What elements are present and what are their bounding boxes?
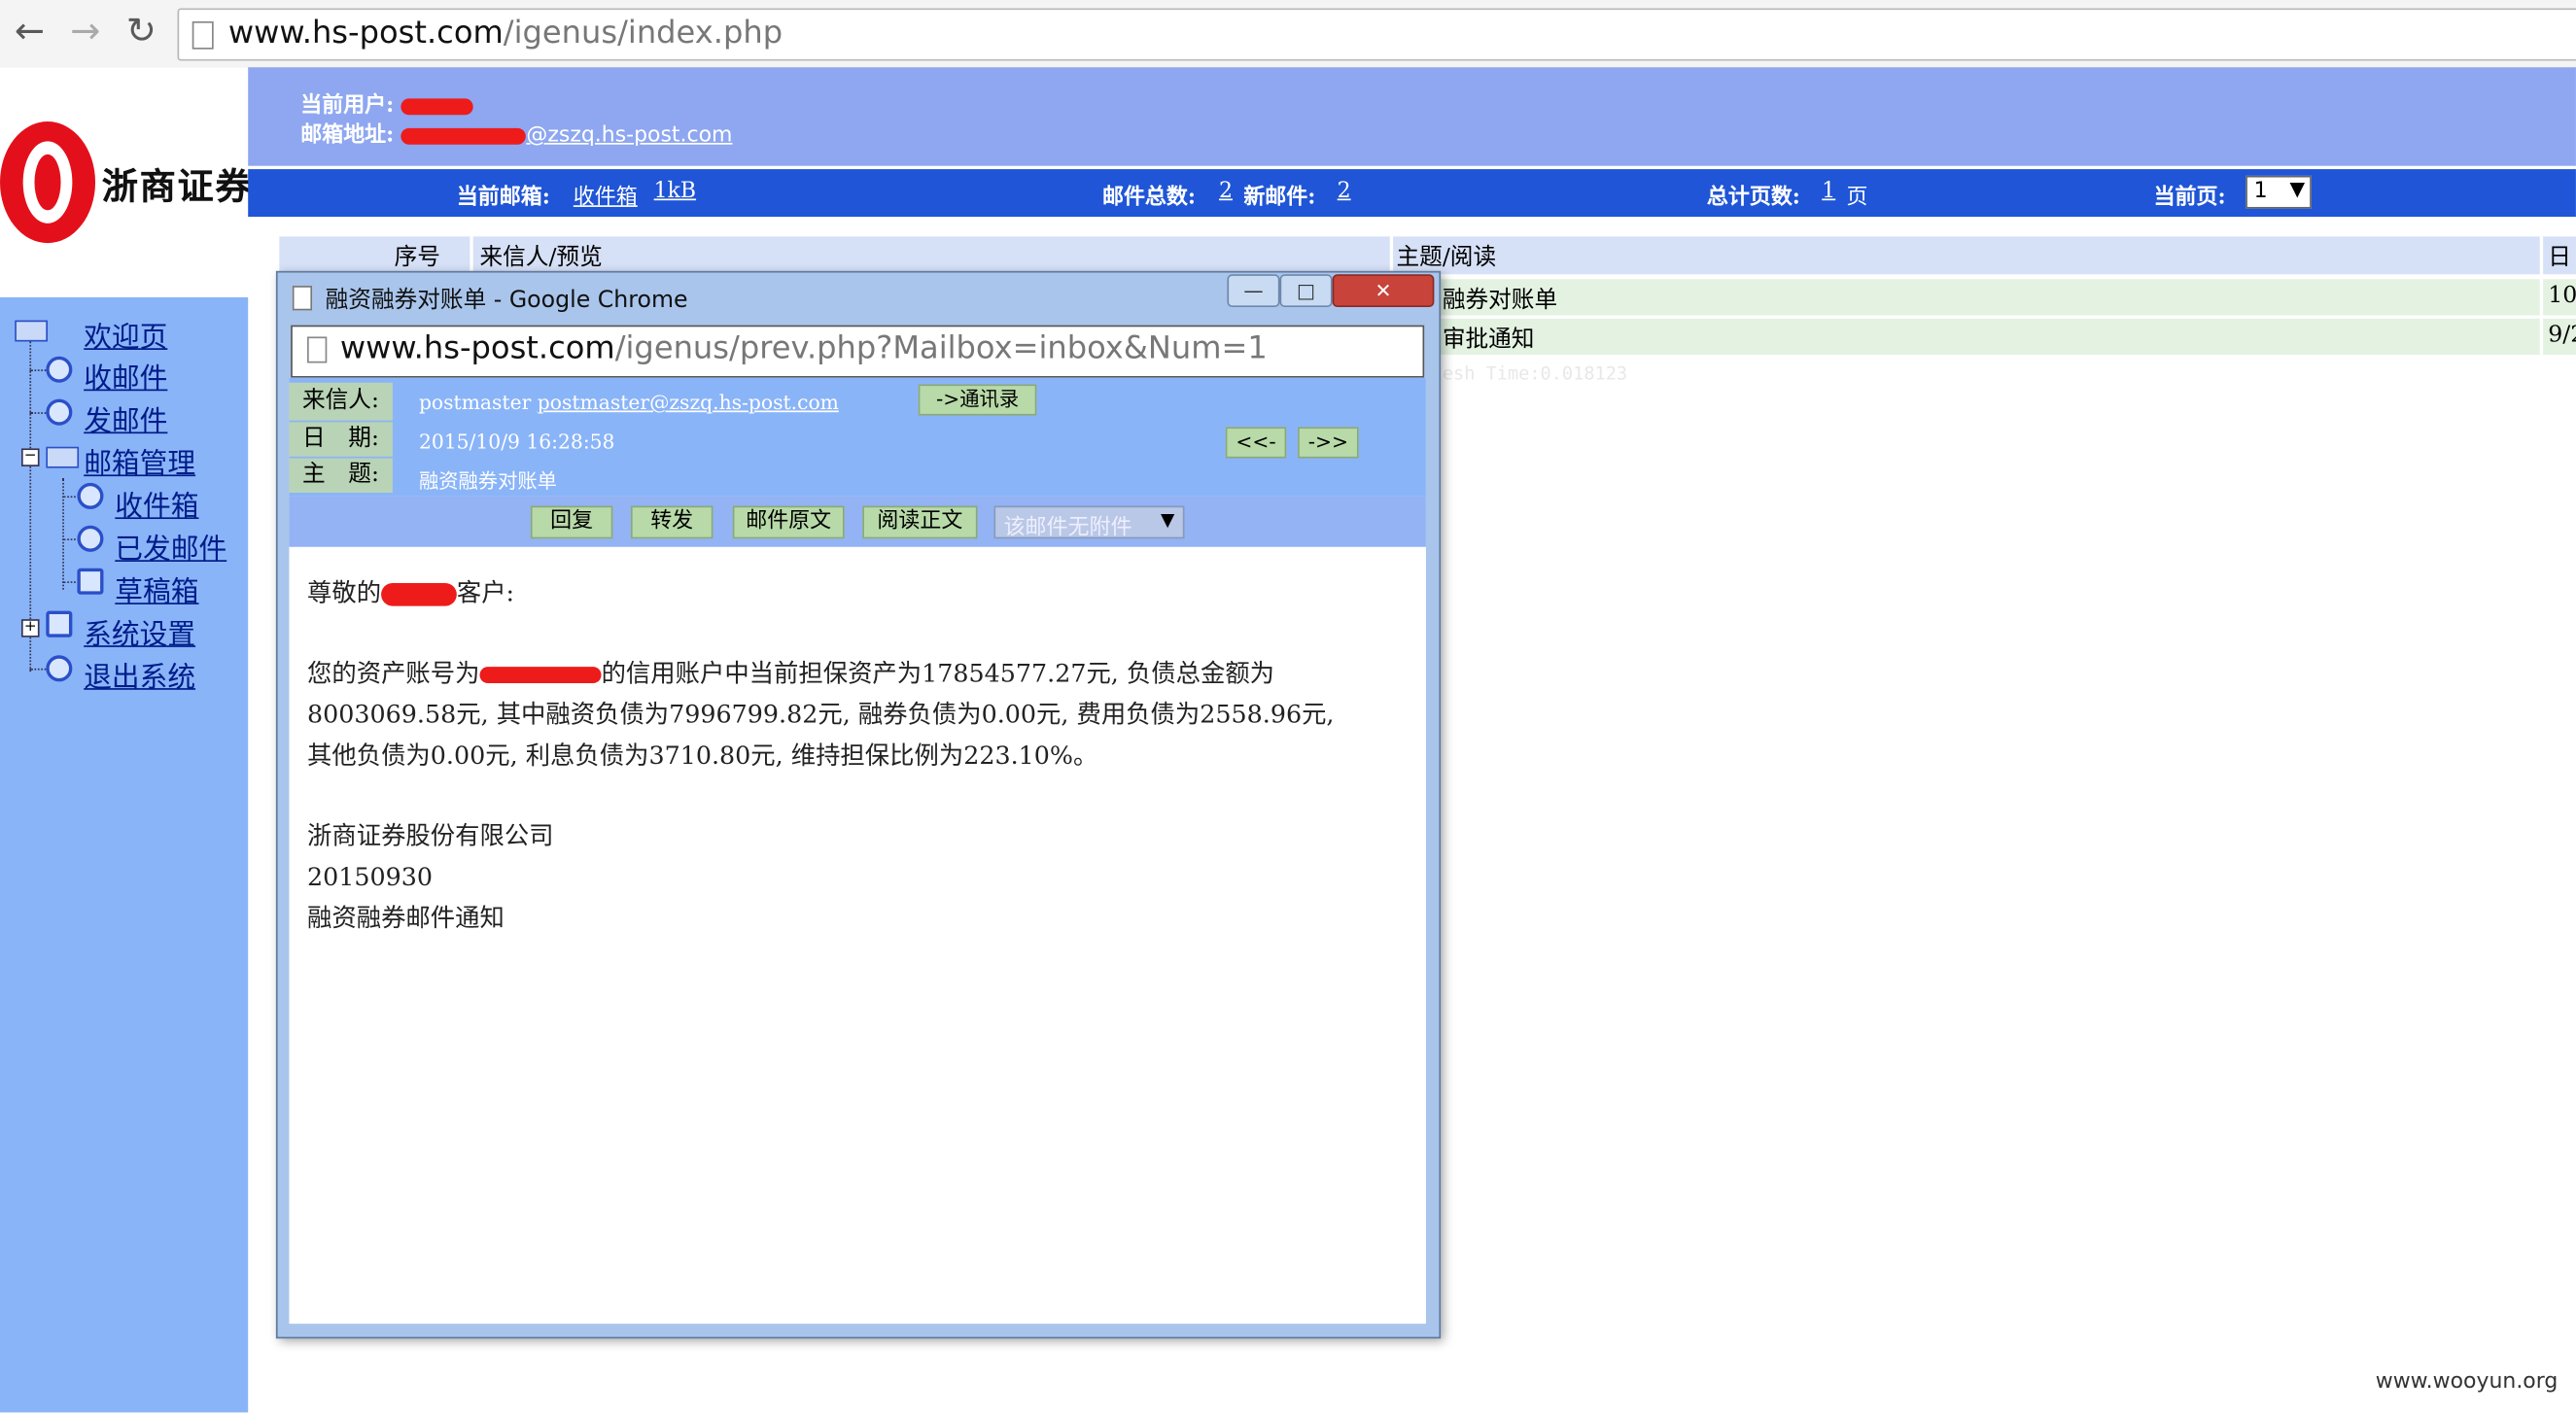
page-select[interactable]: 1 ▼ <box>2245 175 2312 209</box>
chevron-down-icon: ▼ <box>1161 508 1175 531</box>
email-address-link[interactable]: @zszq.hs-post.com <box>400 123 732 148</box>
prev-mail-button[interactable]: <<- <box>1225 427 1287 459</box>
refresh-time-text: esh Time:0.018123 <box>1442 362 1628 385</box>
view-source-button[interactable]: 邮件原文 <box>732 505 845 539</box>
forward-button[interactable]: 转发 <box>630 505 714 539</box>
folder-open-icon <box>15 320 49 342</box>
user-header: 当前用户: 邮箱地址: @zszq.hs-post.com <box>248 67 2576 166</box>
brand-logo-icon <box>0 121 96 244</box>
total-mail-count[interactable]: 2 <box>1219 179 1233 203</box>
subject-label: 主 题: <box>289 458 393 494</box>
sent-mail-icon <box>77 525 104 552</box>
minimize-button[interactable]: — <box>1227 274 1280 308</box>
total-pages[interactable]: 1 <box>1822 179 1835 203</box>
sidebar-item-mailbox-manage[interactable]: 邮箱管理 <box>84 440 195 481</box>
reply-button[interactable]: 回复 <box>530 505 613 539</box>
next-mail-button[interactable]: ->> <box>1298 427 1359 459</box>
sidebar-item-receive[interactable]: 收邮件 <box>84 355 167 396</box>
popup-address-bar[interactable]: www.hs-post.com/igenus/prev.php?Mailbox=… <box>291 325 1425 378</box>
collapse-toggle-icon[interactable]: − <box>20 448 40 466</box>
message-view: 来信人: postmaster postmaster@zszq.hs-post.… <box>289 377 1426 1325</box>
date-label: 日 期: <box>289 422 393 457</box>
greeting-line: 尊敬的 客户: <box>307 577 515 608</box>
settings-icon <box>46 610 73 638</box>
popup-window: 融资融券对账单 - Google Chrome — □ ✕ www.hs-pos… <box>275 270 1442 1339</box>
from-value: postmaster postmaster@zszq.hs-post.com <box>418 391 839 414</box>
browser-toolbar: ← → ↻ www.hs-post.com/igenus/index.php <box>0 0 2576 69</box>
popup-title: 融资融券对账单 - Google Chrome <box>325 287 688 314</box>
mailbox-link[interactable]: 收件箱 <box>574 179 638 210</box>
sidebar-item-inbox[interactable]: 收件箱 <box>115 483 198 524</box>
attachment-select[interactable]: 该邮件无附件 ▼ <box>993 505 1185 540</box>
signature-notice: 融资融券邮件通知 <box>307 903 505 933</box>
sidebar-item-compose[interactable]: 发邮件 <box>84 397 167 438</box>
popup-url-text: www.hs-post.com/igenus/prev.php?Mailbox=… <box>339 329 1268 366</box>
message-meta: 来信人: postmaster postmaster@zszq.hs-post.… <box>289 377 1426 497</box>
chevron-down-icon: ▼ <box>2289 177 2306 201</box>
body-line: 您的资产账号为 的信用账户中当前担保资产为17854577.27元, 负债总金额为 <box>307 658 1275 689</box>
url-text: www.hs-post.com/igenus/index.php <box>227 15 783 52</box>
body-line: 其他负债为0.00元, 利息负债为3710.80元, 维持担保比例为223.10… <box>307 741 1098 771</box>
current-user-row: 当前用户: <box>300 87 474 119</box>
address-book-button[interactable]: ->通讯录 <box>918 384 1037 416</box>
date-value: 2015/10/9 16:28:58 <box>418 430 615 454</box>
message-list-header: 序号 来信人/预览 主题/阅读 日 <box>279 236 2576 275</box>
page-icon <box>191 20 214 50</box>
address-bar[interactable]: www.hs-post.com/igenus/index.php <box>177 8 2576 61</box>
subject-value: 融资融券对账单 <box>418 469 557 494</box>
receive-mail-icon <box>46 356 73 383</box>
redaction <box>381 582 457 606</box>
logout-icon <box>46 655 73 682</box>
mailbox-size-link[interactable]: 1kB <box>654 179 696 203</box>
redaction <box>400 97 474 115</box>
reload-icon[interactable]: ↻ <box>122 13 161 53</box>
brand-logo-text: 浙商证券 <box>101 167 254 209</box>
maximize-button[interactable]: □ <box>1279 274 1333 308</box>
send-mail-icon <box>46 398 73 426</box>
back-arrow-icon[interactable]: ← <box>10 13 50 53</box>
body-line: 8003069.58元, 其中融资负债为7996799.82元, 融券负债为0.… <box>307 699 1335 730</box>
page-icon <box>292 286 313 311</box>
expand-toggle-icon[interactable]: + <box>20 619 40 638</box>
drafts-icon <box>77 568 104 595</box>
mailbox-status-bar: 当前邮箱: 收件箱 1kB 邮件总数: 2 新邮件: 2 总计页数: 1 页 当… <box>248 169 2576 218</box>
read-body-button[interactable]: 阅读正文 <box>862 505 978 539</box>
page-icon <box>307 336 328 363</box>
sidebar-item-settings[interactable]: 系统设置 <box>84 611 195 652</box>
sidebar-item-welcome[interactable]: 欢迎页 <box>84 314 167 355</box>
folder-icon <box>46 446 80 468</box>
signature-company: 浙商证券股份有限公司 <box>307 821 554 851</box>
sidebar-item-drafts[interactable]: 草稿箱 <box>115 569 198 609</box>
sidebar-item-logout[interactable]: 退出系统 <box>84 654 195 695</box>
from-label: 来信人: <box>289 382 393 421</box>
close-button[interactable]: ✕ <box>1332 274 1435 308</box>
from-email-link[interactable]: postmaster@zszq.hs-post.com <box>538 391 839 414</box>
watermark: www.wooyun.org <box>2375 1369 2559 1395</box>
inbox-icon <box>77 482 104 509</box>
new-mail-count[interactable]: 2 <box>1338 179 1351 203</box>
sidebar-item-sent[interactable]: 已发邮件 <box>115 526 226 567</box>
redaction <box>479 667 602 684</box>
signature-date: 20150930 <box>307 862 434 892</box>
sidebar: 欢迎页 收邮件 发邮件 − 邮箱管理 收件箱 已发邮件 草稿箱 + 系统设置 退… <box>0 296 249 1413</box>
forward-arrow-icon[interactable]: → <box>66 13 106 53</box>
address-row: 邮箱地址: @zszq.hs-post.com <box>300 122 733 149</box>
message-action-bar: 回复 转发 邮件原文 阅读正文 该邮件无附件 ▼ <box>289 496 1426 547</box>
